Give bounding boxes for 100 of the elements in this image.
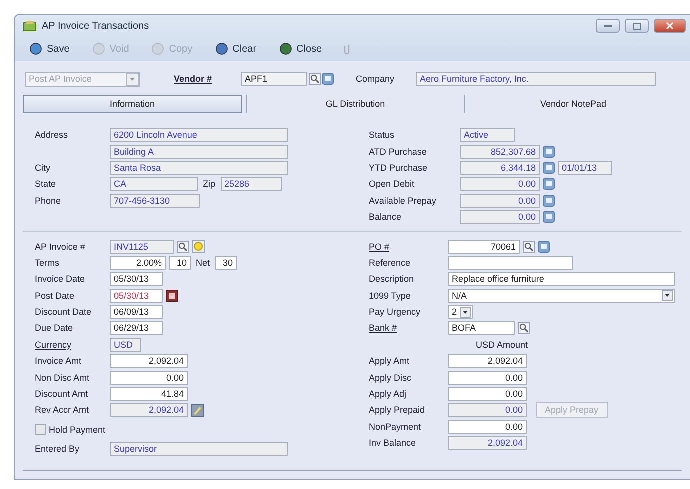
field-label: Apply Amt <box>369 356 410 366</box>
text-field[interactable]: INV1125 <box>110 240 174 254</box>
field-label: Company <box>356 74 396 84</box>
note-icon[interactable] <box>538 240 550 253</box>
field-label: Address <box>35 130 68 140</box>
amount-field[interactable]: 0.00 <box>448 420 527 434</box>
note-icon[interactable] <box>543 194 555 207</box>
window-title: AP Invoice Transactions <box>42 20 150 32</box>
column-heading: USD Amount <box>476 340 528 350</box>
text-field[interactable] <box>448 256 573 270</box>
text-field[interactable]: 6200 Lincoln Avenue <box>110 128 288 142</box>
amount-field[interactable]: 2,092.04 <box>448 436 527 450</box>
amount-field[interactable]: 0.00 <box>448 370 527 385</box>
maximize-icon <box>633 22 641 30</box>
field-label: Due Date <box>35 323 74 334</box>
field-label: Phone <box>35 196 62 206</box>
text-field[interactable]: BOFA <box>448 321 515 336</box>
tab[interactable]: GL Distribution <box>246 95 464 113</box>
text-field[interactable]: CA <box>110 177 198 192</box>
dropdown-field[interactable]: N/A <box>448 288 675 303</box>
dropdown-field[interactable]: 2 <box>448 305 473 320</box>
amount-field[interactable]: 2.00% <box>110 256 166 270</box>
toolbar-icon <box>92 42 106 56</box>
text-field[interactable]: 05/30/13 <box>110 288 163 303</box>
amount-field[interactable]: 2,092.04 <box>110 403 188 418</box>
round-dot-icon[interactable] <box>192 240 205 254</box>
note-icon[interactable] <box>543 146 555 158</box>
toolbar-icon <box>278 42 293 56</box>
minimize-button[interactable] <box>596 19 620 33</box>
vendor-link[interactable]: Vendor # <box>174 74 238 84</box>
field-label: Status <box>369 130 395 140</box>
field-label: Available Prepay <box>369 196 436 206</box>
field-label: State <box>35 179 56 190</box>
search-icon[interactable] <box>518 322 530 334</box>
text-field[interactable]: Replace office furniture <box>448 272 675 286</box>
search-icon[interactable] <box>177 240 189 253</box>
field-label: Pay Urgency <box>369 307 421 318</box>
checkbox[interactable] <box>35 424 46 436</box>
amount-field[interactable]: 0.00 <box>448 403 527 418</box>
search-icon[interactable] <box>309 73 321 85</box>
text-field[interactable]: 01/01/13 <box>558 160 612 175</box>
pencil-icon[interactable] <box>191 404 204 417</box>
tab[interactable]: Vendor NotePad <box>464 95 682 113</box>
amount-field[interactable]: 30 <box>215 256 238 270</box>
field-label: Apply Adj <box>369 389 407 400</box>
amount-field[interactable]: 2,092.04 <box>448 354 527 368</box>
calendar-icon[interactable] <box>166 290 178 302</box>
field-link[interactable]: PO # <box>369 242 390 252</box>
text-field[interactable]: 05/30/13 <box>110 272 163 286</box>
amount-field[interactable]: 6,344.18 <box>460 160 540 175</box>
maximize-button[interactable] <box>625 19 649 33</box>
toolbar-icon <box>214 42 229 56</box>
close-button[interactable] <box>654 19 686 33</box>
field-label: Open Debit <box>369 179 415 190</box>
field-label: YTD Purchase <box>369 162 428 173</box>
amount-field[interactable]: 2,092.04 <box>110 354 188 368</box>
app-icon <box>23 20 37 32</box>
amount-field[interactable]: 10 <box>169 256 191 270</box>
field-label: Net <box>196 258 210 268</box>
amount-field[interactable]: 0.00 <box>460 177 540 192</box>
text-field[interactable]: 707-456-3130 <box>110 194 200 208</box>
field-label: 1099 Type <box>369 290 411 301</box>
dropdown-value: 2 <box>452 307 458 318</box>
text-field[interactable]: 25286 <box>220 177 282 192</box>
field-label: Reference <box>369 258 411 268</box>
note-icon[interactable] <box>543 211 555 224</box>
text-field[interactable]: 06/09/13 <box>110 305 163 320</box>
note-icon[interactable] <box>322 73 334 85</box>
search-icon[interactable] <box>523 240 535 253</box>
field-label: Invoice Amt <box>35 356 82 366</box>
text-field[interactable]: Building A <box>110 144 288 159</box>
field-link[interactable]: Bank # <box>369 323 398 334</box>
note-icon[interactable] <box>543 162 555 174</box>
amount-field[interactable]: 41.84 <box>110 387 188 402</box>
field-label: AP Invoice # <box>35 242 86 252</box>
toolbar-button[interactable]: Clear <box>212 41 259 57</box>
amount-field[interactable]: 852,307.68 <box>460 144 540 159</box>
amount-field[interactable]: 0.00 <box>110 370 188 385</box>
text-field[interactable]: Supervisor <box>110 442 288 456</box>
field-link[interactable]: Currency <box>35 340 72 350</box>
text-field[interactable]: Active <box>460 128 515 142</box>
field-label: Invoice Date <box>35 274 86 284</box>
text-field[interactable]: Santa Rosa <box>110 160 288 175</box>
company-field[interactable]: Aero Furniture Factory, Inc. <box>416 72 656 86</box>
text-field[interactable]: USD <box>110 338 141 352</box>
tab[interactable]: Information <box>23 95 242 113</box>
field-label: NonPayment <box>369 422 422 432</box>
vendor-field[interactable]: APF1 <box>241 72 307 86</box>
field-label: Inv Balance <box>369 438 416 448</box>
amount-field[interactable]: 70061 <box>448 240 520 254</box>
toolbar-button[interactable]: Close <box>276 41 324 57</box>
toolbar-icon <box>29 42 43 56</box>
amount-field[interactable]: 0.00 <box>448 387 527 402</box>
toolbar-button[interactable]: Save <box>27 41 72 57</box>
text-field[interactable]: 06/29/13 <box>110 321 163 336</box>
field-label: Entered By <box>35 444 80 454</box>
amount-field[interactable]: 0.00 <box>460 210 540 224</box>
amount-field[interactable]: 0.00 <box>460 194 540 208</box>
dropdown-value: N/A <box>452 290 468 301</box>
note-icon[interactable] <box>543 178 555 190</box>
